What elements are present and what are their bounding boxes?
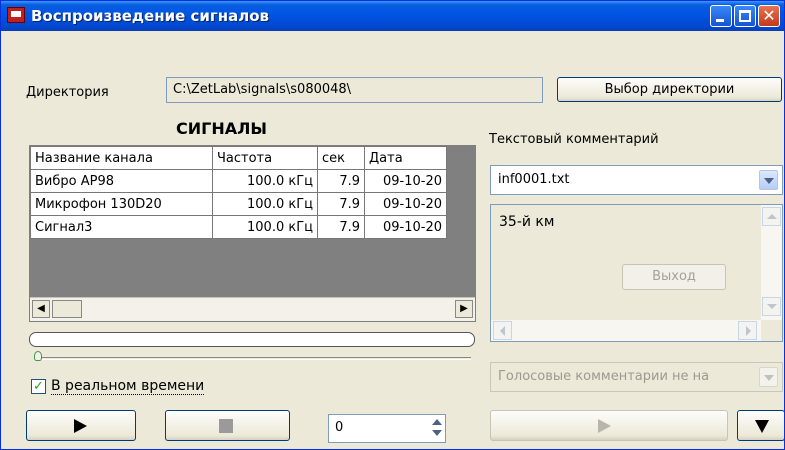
choose-directory-button[interactable]: Выбор директории <box>557 77 782 102</box>
spin-up-icon[interactable] <box>430 418 443 428</box>
stop-icon <box>219 419 233 433</box>
table-row[interactable]: Микрофон 130D20 100.0 кГц 7.9 09-10-20 <box>30 192 447 216</box>
minimize-icon <box>716 19 724 22</box>
column-header[interactable]: сек <box>317 146 365 170</box>
realtime-checkbox[interactable]: ✓ <box>31 379 46 394</box>
voice-comments-value: Голосовые комментарии не на <box>498 369 710 384</box>
column-header[interactable]: Частота <box>212 146 318 170</box>
comment-file-value: inf0001.txt <box>498 172 570 187</box>
channel-name-cell[interactable]: Вибро АР98 <box>30 169 213 193</box>
directory-path-field: C:\ZetLab\signals\s080048\ <box>166 77 543 103</box>
play-icon <box>74 419 87 433</box>
maximize-icon <box>739 10 751 22</box>
column-header[interactable]: Название канала <box>30 146 213 170</box>
scroll-thumb[interactable] <box>52 300 82 318</box>
column-header[interactable]: Дата <box>364 146 447 170</box>
down-button[interactable] <box>737 410 784 441</box>
comment-text: 35-й км <box>499 214 555 230</box>
realtime-label[interactable]: В реальном времени <box>51 378 205 395</box>
frequency-cell[interactable]: 100.0 кГц <box>212 169 318 193</box>
date-cell[interactable]: 09-10-20 <box>364 215 447 239</box>
date-cell[interactable]: 09-10-20 <box>364 169 447 193</box>
scroll-left-button[interactable] <box>493 321 512 340</box>
comment-text-area[interactable]: 35-й км Выход <box>490 204 783 342</box>
chevron-down-icon[interactable] <box>759 367 778 387</box>
position-spin-field[interactable]: 0 <box>328 414 446 443</box>
frequency-cell[interactable]: 100.0 кГц <box>212 192 318 216</box>
close-icon: ✕ <box>762 6 776 25</box>
signals-table-panel: Название канала Частота сек Дата Вибро А… <box>29 145 476 322</box>
scroll-down-button[interactable] <box>762 297 781 316</box>
triangle-down-icon <box>755 420 769 433</box>
close-button[interactable]: ✕ <box>758 5 780 27</box>
minimize-button[interactable] <box>710 5 732 27</box>
title-bar[interactable]: Воспроизведение сигналов ✕ <box>1 1 784 31</box>
scroll-left-button[interactable]: ◀ <box>32 300 50 318</box>
table-row[interactable]: Вибро АР98 100.0 кГц 7.9 09-10-20 <box>30 169 447 193</box>
channel-name-cell[interactable]: Микрофон 130D20 <box>30 192 213 216</box>
scroll-up-button[interactable] <box>762 207 781 226</box>
playback-window: Воспроизведение сигналов ✕ Директория C:… <box>0 0 785 450</box>
seconds-cell[interactable]: 7.9 <box>317 215 365 239</box>
position-slider-thumb[interactable] <box>34 351 42 361</box>
signals-heading: СИГНАЛЫ <box>176 119 267 138</box>
chevron-down-icon[interactable] <box>759 170 778 190</box>
position-slider-track[interactable] <box>36 357 471 360</box>
table-horizontal-scrollbar[interactable]: ◀ ▶ <box>30 297 475 321</box>
app-icon[interactable] <box>7 7 25 23</box>
voice-comments-combo[interactable]: Голосовые комментарии не на <box>490 362 783 392</box>
date-cell[interactable]: 09-10-20 <box>364 192 447 216</box>
play-icon <box>598 419 611 433</box>
scroll-right-button[interactable]: ▶ <box>455 300 473 318</box>
seconds-cell[interactable]: 7.9 <box>317 192 365 216</box>
maximize-button[interactable] <box>734 5 756 27</box>
signals-table: Название канала Частота сек Дата Вибро А… <box>30 146 447 239</box>
play-button[interactable] <box>26 410 136 441</box>
comment-vertical-scrollbar[interactable] <box>761 205 782 320</box>
stop-button[interactable] <box>165 410 290 441</box>
comment-file-combo[interactable]: inf0001.txt <box>490 165 783 195</box>
frequency-cell[interactable]: 100.0 кГц <box>212 215 318 239</box>
playback-progress-bar <box>29 332 475 347</box>
window-title: Воспроизведение сигналов <box>31 7 269 25</box>
table-row[interactable]: Сигнал3 100.0 кГц 7.9 09-10-20 <box>30 215 447 239</box>
voice-play-button[interactable] <box>490 410 728 441</box>
text-comment-heading: Текстовый комментарий <box>489 132 659 147</box>
position-value: 0 <box>335 420 344 435</box>
directory-label: Директория <box>26 85 109 100</box>
exit-button[interactable]: Выход <box>622 264 726 290</box>
channel-name-cell[interactable]: Сигнал3 <box>30 215 213 239</box>
comment-horizontal-scrollbar[interactable] <box>491 320 761 341</box>
check-icon: ✓ <box>33 379 44 394</box>
scroll-right-button[interactable] <box>738 321 757 340</box>
seconds-cell[interactable]: 7.9 <box>317 169 365 193</box>
spin-down-icon[interactable] <box>430 429 443 439</box>
table-header-row: Название канала Частота сек Дата <box>30 146 447 170</box>
